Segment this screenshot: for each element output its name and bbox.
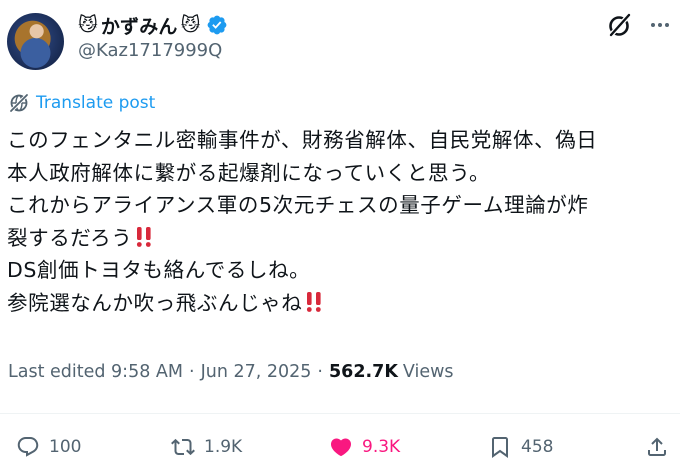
tweet-line: このフェンタニル密輸事件が、財務省解体、自民党解体、偽日: [7, 128, 598, 152]
verified-badge-icon: [208, 15, 227, 35]
reply-count: 100: [49, 437, 82, 457]
like-button[interactable]: 9.3K: [329, 435, 400, 459]
repost-icon: [171, 438, 195, 456]
tweet-line: これからアライアンス軍の5次元チェスの量子ゲーム理論が炸: [7, 193, 589, 217]
tweet-meta: Last edited 9:58 AM · Jun 27, 2025 · 562…: [8, 362, 454, 382]
like-count: 9.3K: [362, 437, 401, 457]
avatar[interactable]: [7, 13, 64, 70]
translate-label[interactable]: Translate post: [36, 93, 155, 113]
cat-emoji-left: 😼: [78, 13, 98, 36]
more-icon[interactable]: [648, 12, 672, 38]
double-exclamation-emoji: [307, 291, 322, 312]
tweet-text: このフェンタニル密輸事件が、財務省解体、自民党解体、偽日 本人政府解体に繋がる起…: [7, 124, 675, 319]
tweet-line-text: 裂するだろう: [7, 225, 133, 250]
edited-timestamp[interactable]: Last edited 9:58 AM: [8, 362, 183, 382]
tweet-line: 本人政府解体に繋がる起爆剤になっていくと思う。: [7, 160, 491, 185]
tweet-line-with-emoji: 裂するだろう: [7, 222, 675, 255]
translate-post-link[interactable]: Translate post: [8, 92, 155, 114]
views-count[interactable]: 562.7K: [329, 362, 398, 382]
display-name[interactable]: かずみん: [101, 12, 178, 39]
reply-icon: [17, 437, 39, 457]
reply-button[interactable]: 100: [16, 435, 81, 459]
share-button[interactable]: [645, 435, 669, 459]
meta-separator: ·: [317, 362, 323, 382]
cat-emoji-right: 😼: [180, 13, 201, 36]
grok-icon[interactable]: [607, 12, 633, 38]
tweet-line-with-emoji: 参院選なんか吹っ飛ぶんじゃね: [7, 287, 675, 320]
post-date[interactable]: Jun 27, 2025: [201, 362, 312, 382]
double-exclamation-emoji: [137, 226, 152, 247]
tweet-line-text: 参院選なんか吹っ飛ぶんじゃね: [7, 290, 303, 315]
author-name-row[interactable]: 😼 かずみん 😼: [78, 12, 228, 38]
share-icon: [648, 437, 666, 456]
translate-globe-icon: [9, 93, 29, 113]
tweet-line: DS創価トヨタも絡んでるしね。: [7, 258, 311, 282]
bookmark-icon: [492, 437, 508, 458]
repost-count: 1.9K: [204, 437, 243, 457]
bookmark-button[interactable]: 458: [488, 435, 553, 459]
meta-separator: ·: [188, 362, 195, 382]
heart-icon: [330, 438, 352, 457]
views-label: Views: [402, 362, 454, 382]
bookmark-count: 458: [521, 437, 554, 457]
author-handle[interactable]: @Kaz1717999Q: [78, 40, 222, 61]
repost-button[interactable]: 1.9K: [171, 435, 242, 459]
divider: [0, 413, 680, 414]
